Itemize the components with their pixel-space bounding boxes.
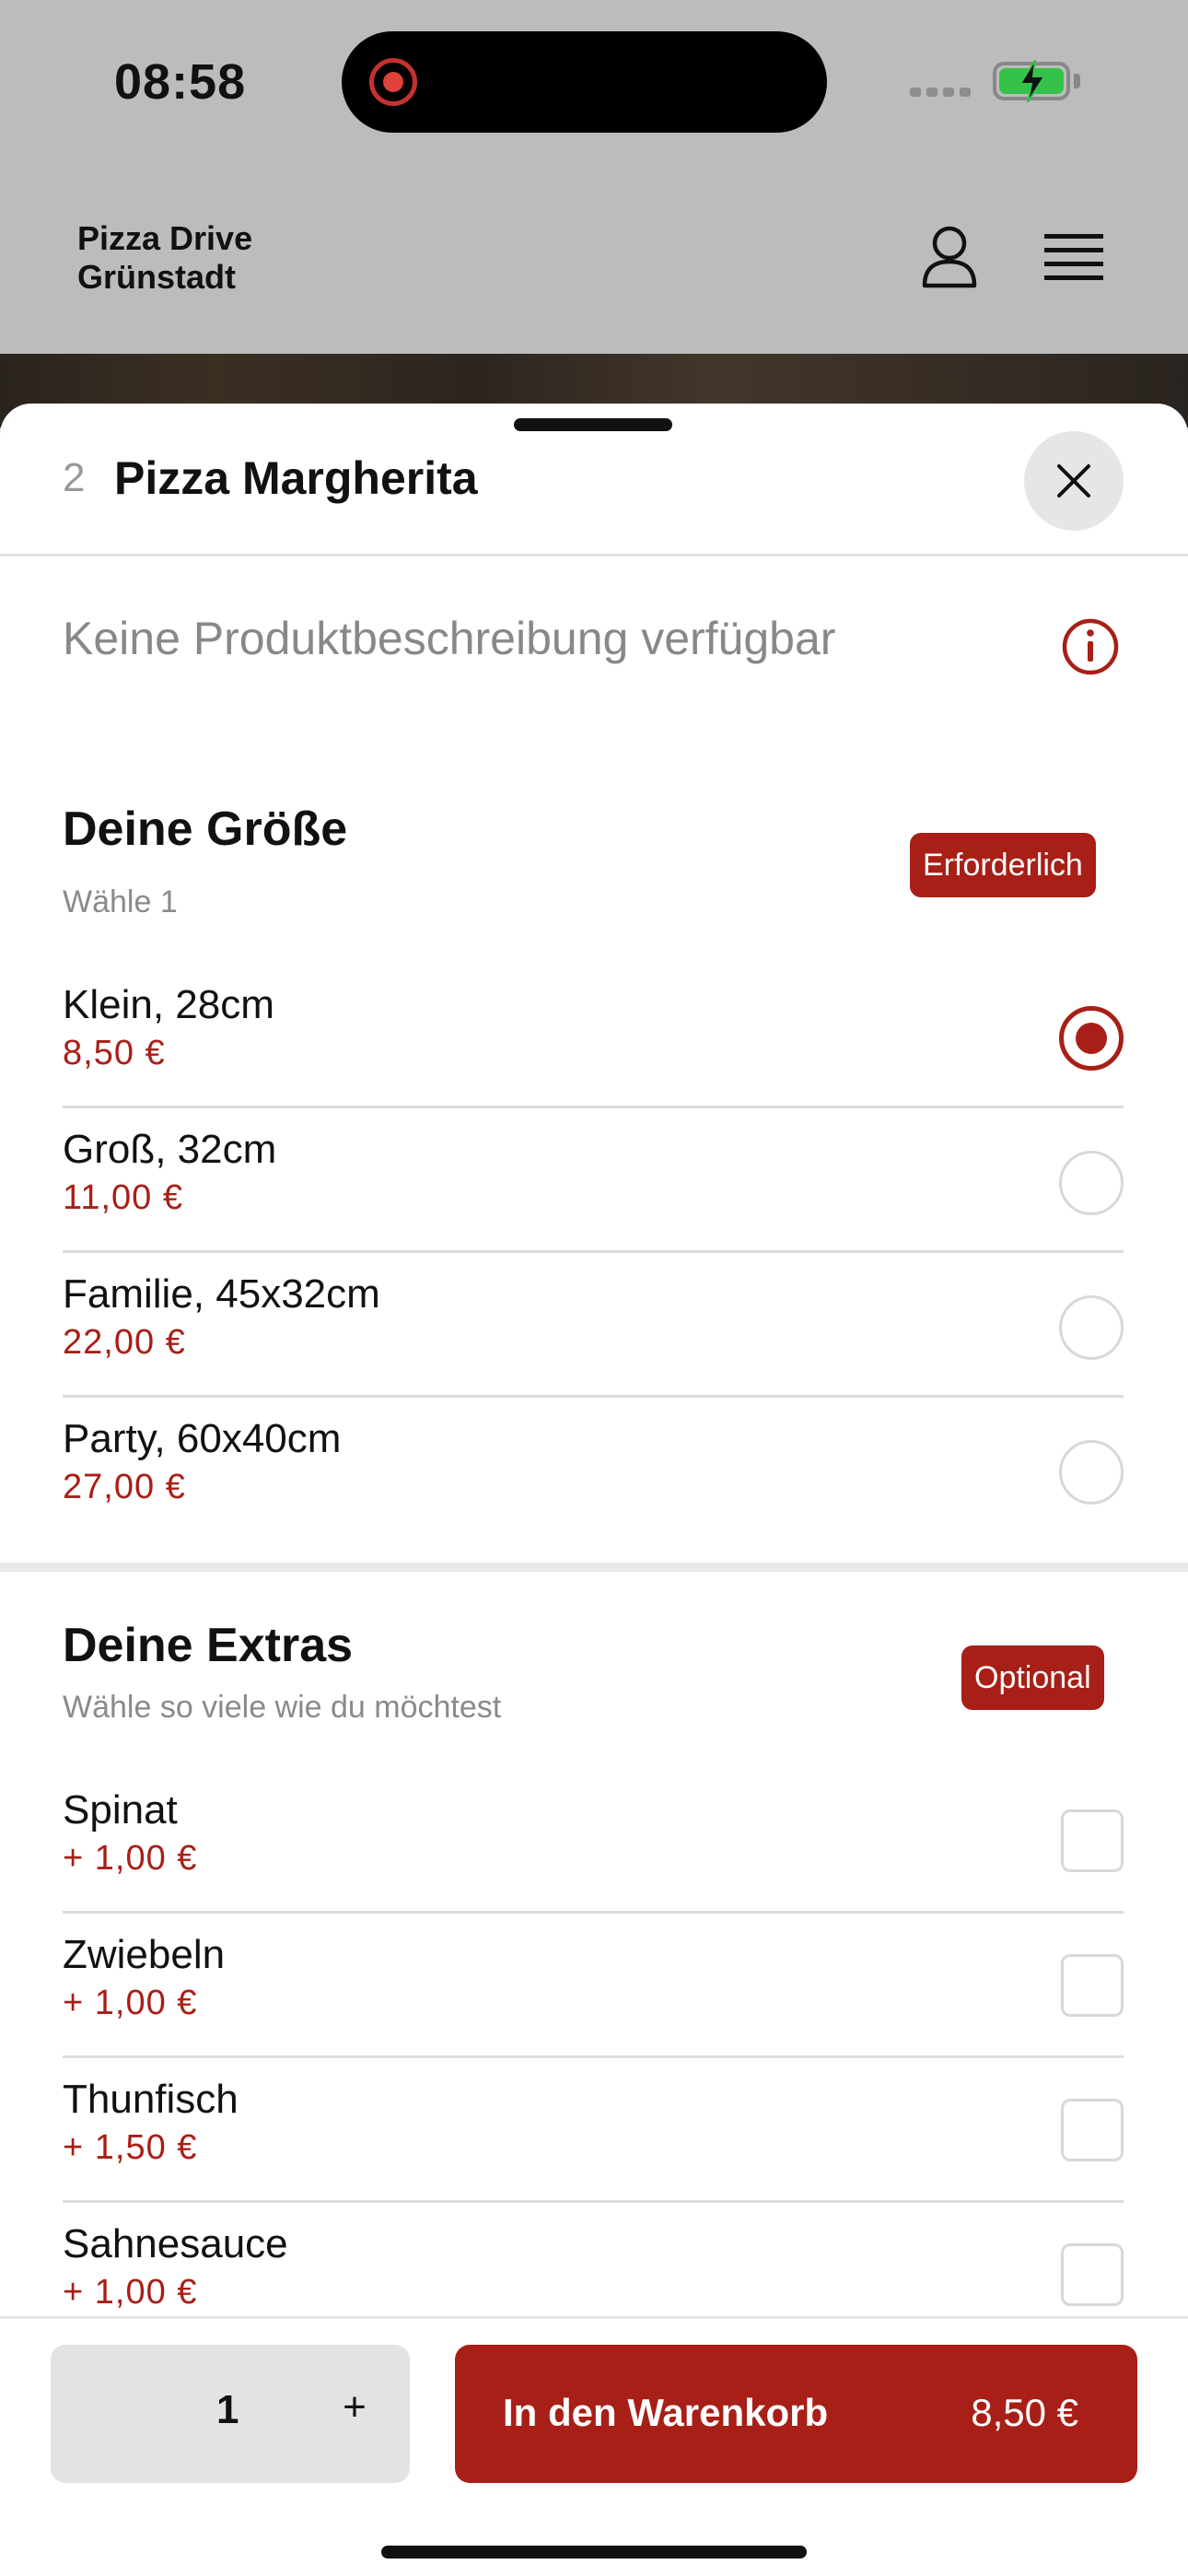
app-header: Pizza Drive Grünstadt — [0, 166, 1188, 355]
extra-option-spinat[interactable]: Spinat + 1,00 € — [63, 1769, 1124, 1914]
add-to-cart-price: 8,50 € — [971, 2391, 1078, 2434]
radio-button[interactable] — [1059, 1151, 1124, 1215]
size-option-family[interactable]: Familie, 45x32cm 22,00 € — [63, 1253, 1124, 1398]
option-price: 8,50 € — [63, 1034, 166, 1072]
user-icon[interactable] — [921, 225, 978, 289]
option-price: + 1,00 € — [63, 1839, 198, 1878]
radio-button[interactable] — [1059, 1440, 1124, 1505]
add-to-cart-button[interactable]: In den Warenkorb 8,50 € — [455, 2345, 1137, 2483]
size-option-small[interactable]: Klein, 28cm 8,50 € — [63, 964, 1124, 1108]
product-title: Pizza Margherita — [114, 452, 478, 504]
size-section-subtitle: Wähle 1 — [63, 884, 178, 919]
optional-badge: Optional — [961, 1645, 1104, 1710]
battery-icon — [993, 60, 1070, 102]
option-label: Familie, 45x32cm — [63, 1271, 380, 1317]
radio-button[interactable] — [1059, 1295, 1124, 1360]
home-indicator[interactable] — [381, 2546, 807, 2558]
checkbox[interactable] — [1061, 2099, 1124, 2161]
status-time: 08:58 — [114, 54, 247, 110]
option-price: 11,00 € — [63, 1178, 183, 1217]
close-button[interactable] — [1024, 431, 1124, 531]
add-to-cart-label: In den Warenkorb — [503, 2391, 829, 2434]
checkbox[interactable] — [1061, 1809, 1124, 1872]
dynamic-island — [342, 31, 827, 133]
size-option-party[interactable]: Party, 60x40cm 27,00 € — [63, 1398, 1124, 1542]
extra-option-thunfisch[interactable]: Thunfisch + 1,50 € — [63, 2058, 1124, 2203]
signal-icon — [910, 88, 973, 97]
sheet-header: 2 Pizza Margherita — [0, 404, 1188, 556]
checkbox[interactable] — [1061, 2243, 1124, 2306]
close-icon — [1057, 464, 1090, 498]
extra-option-zwiebeln[interactable]: Zwiebeln + 1,00 € — [63, 1914, 1124, 2058]
required-badge: Erforderlich — [910, 833, 1096, 897]
product-number: 2 — [63, 455, 86, 500]
option-price: 27,00 € — [63, 1468, 186, 1506]
plus-button[interactable]: + — [327, 2380, 382, 2435]
option-label: Thunfisch — [63, 2077, 239, 2122]
option-price: + 1,00 € — [63, 1984, 198, 2022]
option-label: Groß, 32cm — [63, 1127, 277, 1172]
checkbox[interactable] — [1061, 1954, 1124, 2017]
quantity-stepper: 1 + — [51, 2345, 410, 2483]
recording-icon — [369, 58, 417, 106]
quantity-value: 1 — [216, 2387, 239, 2432]
radio-selected[interactable] — [1059, 1006, 1124, 1071]
size-section-title: Deine Größe — [63, 802, 348, 856]
bottom-action-bar: 1 + In den Warenkorb 8,50 € — [0, 2316, 1188, 2576]
option-price: + 1,50 € — [63, 2128, 198, 2167]
brand-line-1: Pizza Drive — [77, 219, 253, 257]
product-sheet: 2 Pizza Margherita Keine Produktbeschrei… — [0, 404, 1188, 2576]
status-bar: 08:58 — [0, 0, 1188, 166]
size-option-large[interactable]: Groß, 32cm 11,00 € — [63, 1108, 1124, 1253]
charging-bolt-icon — [1019, 60, 1046, 102]
brand-title[interactable]: Pizza Drive Grünstadt — [77, 219, 252, 297]
info-icon[interactable] — [1061, 617, 1120, 676]
brand-line-2: Grünstadt — [77, 258, 237, 296]
option-label: Spinat — [63, 1787, 178, 1832]
option-label: Zwiebeln — [63, 1932, 226, 1977]
extras-section-title: Deine Extras — [63, 1619, 354, 1672]
product-description: Keine Produktbeschreibung verfügbar — [63, 613, 836, 664]
section-divider — [0, 1563, 1188, 1572]
option-label: Sahnesauce — [63, 2221, 288, 2266]
option-label: Klein, 28cm — [63, 982, 274, 1027]
extras-section-subtitle: Wähle so viele wie du möchtest — [63, 1690, 502, 1725]
menu-icon[interactable] — [1044, 232, 1103, 284]
option-price: + 1,00 € — [63, 2273, 198, 2312]
option-price: 22,00 € — [63, 1323, 186, 1362]
option-label: Party, 60x40cm — [63, 1416, 342, 1461]
